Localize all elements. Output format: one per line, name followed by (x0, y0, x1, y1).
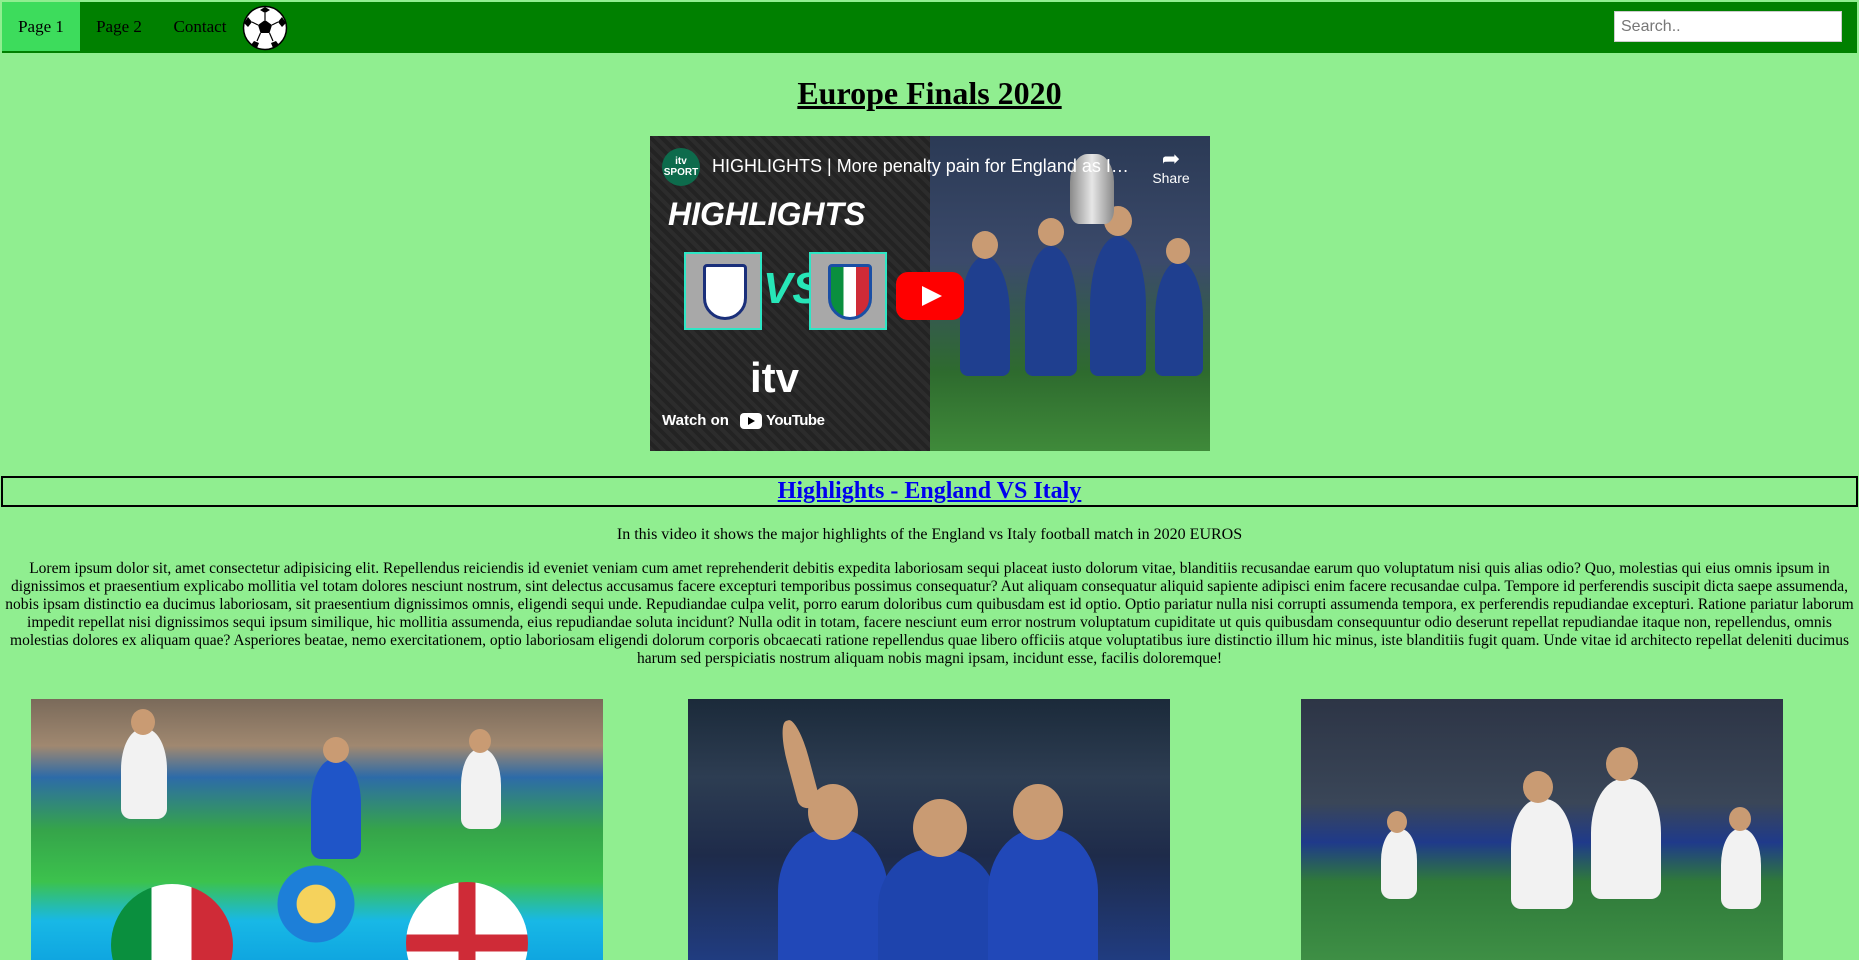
top-nav: Page 1 Page 2 Contact (0, 0, 1859, 55)
video-title[interactable]: HIGHLIGHTS | More penalty pain for Engla… (712, 156, 1132, 177)
england-players-celebrating-photo (1301, 699, 1783, 960)
share-button[interactable]: ➦ Share (1146, 146, 1196, 187)
watch-on-label[interactable]: Watch on (662, 412, 729, 429)
player-head (1729, 807, 1751, 831)
england-shield-icon (703, 264, 747, 320)
england-crest (684, 252, 762, 330)
italy-shield-icon (828, 264, 872, 320)
itv-logo: itv (750, 354, 800, 401)
england-flag-circle (406, 882, 528, 960)
highlights-link[interactable]: Highlights - England VS Italy (778, 478, 1082, 504)
youtube-icon[interactable] (740, 413, 762, 429)
thumbnail-highlights-text: HIGHLIGHTS (668, 196, 866, 232)
intro-text: In this video it shows the major highlig… (616, 526, 1243, 543)
player-head (131, 709, 155, 735)
italy-crest (809, 252, 887, 330)
player-head (323, 737, 349, 763)
page-title: Europe Finals 2020 (797, 75, 1062, 111)
player-figure (1025, 246, 1077, 376)
euro-2020-logo (271, 859, 361, 949)
raised-arm (776, 717, 822, 811)
player-shirt (1721, 829, 1761, 909)
player-shirt (778, 829, 888, 960)
player-shirt (1381, 829, 1417, 899)
player-head (1013, 784, 1063, 840)
player-head (1523, 771, 1553, 803)
player-head (1038, 218, 1064, 246)
player-figure (960, 256, 1010, 376)
nav-link-contact[interactable]: Contact (158, 2, 242, 51)
search-input[interactable] (1614, 11, 1842, 42)
player-shirt (1591, 779, 1661, 899)
player-shirt (461, 749, 501, 829)
player-shirt (1511, 799, 1573, 909)
italy-flag-circle (111, 884, 233, 960)
player-shirt (878, 849, 998, 960)
nav-link-page-2[interactable]: Page 2 (80, 2, 158, 51)
channel-avatar[interactable]: itv SPORT (662, 148, 700, 186)
player-shirt (988, 829, 1098, 960)
play-button[interactable] (896, 272, 964, 320)
youtube-video-embed[interactable]: itv SPORT HIGHLIGHTS | More penalty pain… (650, 136, 1210, 451)
share-icon: ➦ (1161, 146, 1181, 171)
play-icon (922, 286, 942, 306)
player-figure (1155, 261, 1203, 376)
youtube-wordmark[interactable]: YouTube (766, 412, 825, 429)
player-head (469, 729, 491, 753)
share-label: Share (1152, 170, 1190, 186)
player-head (972, 231, 998, 259)
match-photo-england-italy (31, 699, 603, 960)
player-head (1166, 238, 1190, 264)
italy-players-celebrating-photo (688, 699, 1170, 960)
player-head (913, 799, 967, 857)
subheading-box: Highlights - England VS Italy (1, 476, 1858, 507)
player-shirt (311, 759, 361, 859)
body-paragraph: Lorem ipsum dolor sit, amet consectetur … (5, 560, 1854, 667)
soccer-ball-icon (242, 5, 288, 51)
player-head (1606, 747, 1638, 781)
player-shirt (121, 729, 167, 819)
nav-link-page-1[interactable]: Page 1 (2, 2, 80, 51)
player-figure (1090, 236, 1146, 376)
player-head (1387, 811, 1407, 833)
